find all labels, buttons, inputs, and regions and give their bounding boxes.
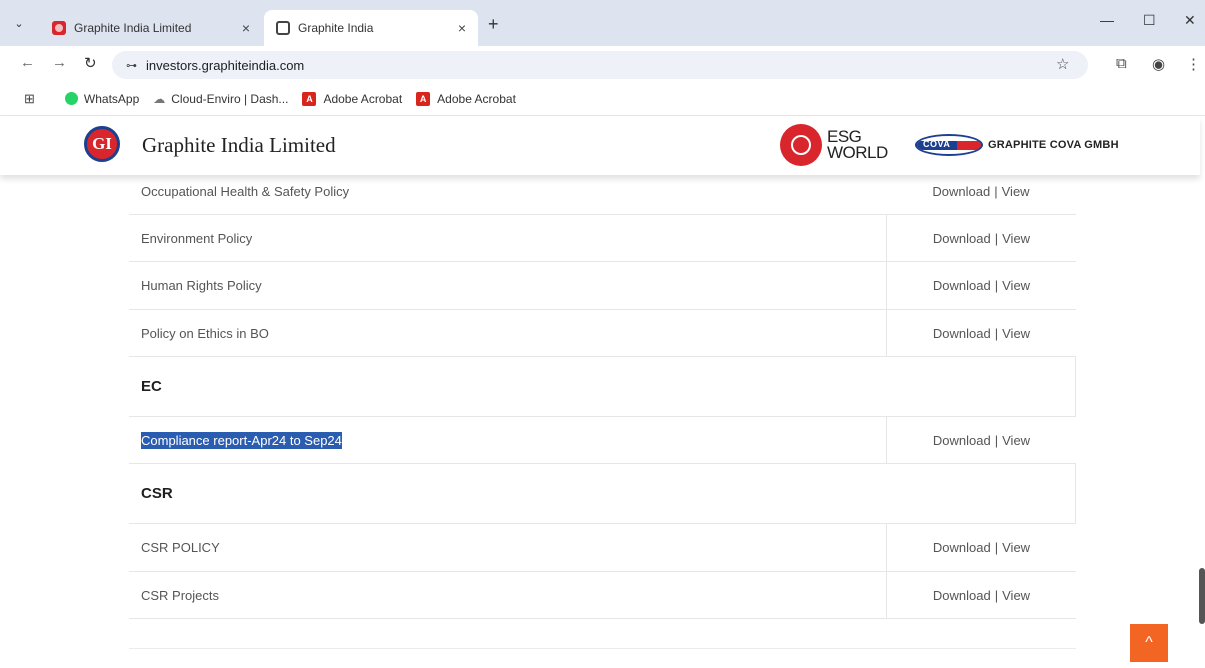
scrollbar-thumb[interactable] — [1199, 568, 1205, 624]
profile-icon[interactable]: ◉ — [1152, 55, 1165, 73]
cloud-icon: ☁ — [153, 91, 166, 106]
download-link[interactable]: Download — [933, 433, 991, 448]
row-actions: Download | View — [886, 524, 1076, 571]
pdf-icon: A — [416, 91, 431, 106]
maximize-icon[interactable]: ☐ — [1143, 12, 1156, 29]
section-title: CSR — [141, 485, 173, 502]
table-row: Policy on Ethics in BO Download | View — [129, 310, 1076, 357]
bookmark-label: WhatsApp — [83, 91, 140, 106]
view-link[interactable]: View — [1002, 231, 1030, 246]
apps-grid-icon[interactable]: ⊞ — [24, 91, 35, 107]
download-link[interactable]: Download — [933, 278, 991, 293]
view-link[interactable]: View — [1002, 184, 1030, 199]
bookmark-star-icon[interactable]: ☆ — [1056, 55, 1069, 73]
graphite-cova-name[interactable]: GRAPHITE COVA GMBH — [988, 139, 1119, 151]
table-row: Human Rights Policy Download | View — [129, 262, 1076, 310]
url-text: investors.graphiteindia.com — [146, 57, 305, 73]
pdf-icon: A — [302, 91, 317, 106]
download-link[interactable]: Download — [933, 540, 991, 555]
separator: | — [994, 230, 999, 246]
tab-title: Graphite India Limited — [74, 21, 192, 35]
browser-toolbar: ← → ↻ ⊶ investors.graphiteindia.com ☆ ⧉ … — [0, 46, 1205, 82]
row-label-selected: Compliance report-Apr24 to Sep24 — [141, 431, 342, 449]
esg-world-globe-icon[interactable] — [780, 124, 822, 166]
window-close-icon[interactable]: ✕ — [1184, 12, 1196, 29]
tab-graphite-india-limited[interactable]: Graphite India Limited × — [40, 10, 262, 46]
new-tab-button[interactable]: + — [488, 14, 499, 35]
bookmark-adobe-acrobat-2[interactable]: A Adobe Acrobat — [416, 91, 516, 106]
row-actions: Download | View — [886, 310, 1076, 356]
site-header: GI Graphite India Limited ESG WORLD COVA… — [0, 117, 1200, 175]
view-link[interactable]: View — [1002, 278, 1030, 293]
view-link[interactable]: View — [1002, 433, 1030, 448]
whatsapp-icon — [64, 92, 78, 105]
scroll-to-top-button[interactable]: ^ — [1130, 624, 1168, 662]
close-tab-icon[interactable]: × — [458, 20, 466, 36]
table-row: CSR Projects Download | View — [129, 572, 1076, 619]
back-icon[interactable]: ← — [20, 54, 35, 71]
row-actions: Download | View — [886, 215, 1076, 261]
tab-graphite-india[interactable]: Graphite India × — [264, 10, 478, 46]
bookmarks-bar: ⊞ WhatsApp ☁ Cloud-Enviro | Dash... A Ad… — [0, 82, 1205, 116]
table-row: Compliance report-Apr24 to Sep24 Downloa… — [129, 417, 1076, 464]
download-link[interactable]: Download — [933, 588, 991, 603]
table-row: Environment Policy Download | View — [129, 215, 1076, 262]
download-link[interactable]: Download — [933, 326, 991, 341]
divider — [129, 648, 1076, 649]
graphite-india-logo[interactable]: GI — [84, 126, 120, 162]
globe-favicon-icon — [276, 21, 290, 35]
gi-favicon-icon — [52, 21, 66, 35]
cova-logo[interactable]: COVA — [915, 134, 983, 156]
tab-search-dropdown-icon[interactable]: ⌄ — [10, 14, 28, 32]
section-heading-csr: CSR — [129, 464, 1076, 524]
section-title: EC — [141, 378, 162, 395]
reload-icon[interactable]: ↻ — [84, 54, 97, 72]
row-actions: Download | View — [886, 572, 1076, 618]
esg-world-logo-text[interactable]: ESG WORLD — [827, 128, 888, 162]
company-name[interactable]: Graphite India Limited — [142, 133, 336, 158]
section-heading-ec: EC — [129, 357, 1076, 417]
bookmark-adobe-acrobat-1[interactable]: A Adobe Acrobat — [302, 91, 403, 106]
separator: | — [994, 587, 999, 603]
download-link[interactable]: Download — [932, 184, 990, 199]
view-link[interactable]: View — [1002, 326, 1030, 341]
bookmark-label: Adobe Acrobat — [323, 91, 403, 106]
bookmark-label: Adobe Acrobat — [437, 91, 516, 106]
close-tab-icon[interactable]: × — [242, 20, 250, 36]
bookmark-whatsapp[interactable]: WhatsApp — [64, 91, 140, 106]
forward-icon[interactable]: → — [52, 54, 67, 71]
view-link[interactable]: View — [1002, 540, 1030, 555]
download-link[interactable]: Download — [933, 231, 991, 246]
separator: | — [994, 432, 999, 448]
site-info-icon[interactable]: ⊶ — [126, 59, 137, 72]
browser-tab-bar: ⌄ Graphite India Limited × Graphite Indi… — [0, 0, 1205, 46]
bookmark-label: Cloud-Enviro | Dash... — [171, 91, 289, 106]
extensions-icon[interactable]: ⧉ — [1116, 55, 1127, 72]
row-actions: Download | View — [886, 262, 1076, 309]
separator: | — [994, 278, 999, 293]
address-bar[interactable]: ⊶ investors.graphiteindia.com — [112, 51, 1088, 79]
menu-icon[interactable]: ⋮ — [1186, 55, 1201, 73]
table-row: Occupational Health & Safety Policy Down… — [129, 168, 1076, 215]
cova-logo-text: COVA — [923, 139, 951, 149]
table-row: CSR POLICY Download | View — [129, 524, 1076, 572]
separator: | — [994, 540, 999, 555]
tab-title: Graphite India — [298, 21, 374, 35]
world-line: WORLD — [827, 143, 888, 162]
minimize-icon[interactable]: — — [1100, 12, 1114, 28]
view-link[interactable]: View — [1002, 588, 1030, 603]
row-actions: Download | View — [886, 417, 1076, 463]
bookmark-cloud-enviro[interactable]: ☁ Cloud-Enviro | Dash... — [153, 92, 288, 106]
separator: | — [994, 183, 998, 199]
separator: | — [994, 325, 999, 341]
